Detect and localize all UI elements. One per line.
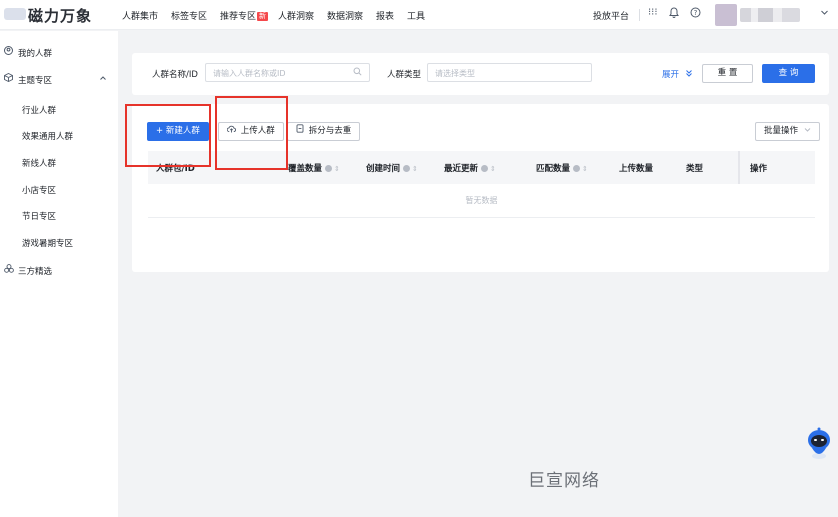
query-button[interactable]: 查 询: [762, 64, 815, 83]
logo-mark-icon: [4, 8, 26, 20]
sidebar-item-label: 效果通用人群: [22, 132, 74, 142]
crowd-type-select[interactable]: 请选择类型: [427, 63, 592, 82]
sort-icon[interactable]: ⇕: [490, 165, 496, 173]
watermark-text: 巨宣网络: [528, 471, 600, 491]
split-dedup-button[interactable]: 拆分与去重: [287, 122, 361, 141]
double-chevron-down-icon: [685, 70, 693, 80]
split-dedup-label: 拆分与去重: [308, 126, 352, 136]
column-header-coverage[interactable]: 覆盖数量 ⇕: [288, 162, 340, 174]
new-badge: 新: [257, 12, 269, 21]
sort-icon[interactable]: ⇕: [412, 165, 418, 173]
empty-state-text: 暂无数据: [148, 184, 815, 218]
expand-filters-link[interactable]: 展开: [662, 68, 693, 80]
column-label: 最近更新: [444, 164, 479, 174]
batch-operations-dropdown[interactable]: 批量操作: [755, 122, 820, 141]
sidebar-item-label: 游戏暑期专区: [22, 239, 74, 249]
sidebar-item-holiday-zone[interactable]: 节日专区: [0, 209, 118, 225]
sidebar-item-label: 三方精选: [18, 267, 53, 277]
expand-label: 展开: [662, 70, 680, 80]
help-icon[interactable]: ?: [690, 7, 701, 21]
sidebar-item-label: 行业人群: [22, 106, 57, 116]
crowd-type-label: 人群类型: [387, 70, 422, 80]
top-bar: 磁力万象 人群集市 标签专区 推荐专区新 人群洞察 数据洞察 报表 工具 投放平…: [0, 0, 838, 30]
nav-item-crowd-market[interactable]: 人群集市: [122, 9, 158, 22]
crowd-name-input[interactable]: 请输入人群名称或ID: [205, 63, 370, 82]
sidebar-item-label: 小店专区: [22, 186, 57, 196]
bell-icon[interactable]: [669, 7, 679, 21]
column-label: 覆盖数量: [288, 164, 323, 174]
reset-button[interactable]: 重 置: [702, 64, 753, 83]
column-label: 匹配数量: [536, 164, 571, 174]
sidebar-item-label: 新线人群: [22, 159, 57, 169]
nav-item-data-insight[interactable]: 数据洞察: [327, 9, 363, 22]
sidebar-item-store-zone[interactable]: 小店专区: [0, 183, 118, 199]
sidebar-item-label: 我的人群: [18, 49, 53, 59]
help-icon[interactable]: [573, 165, 581, 172]
crowd-name-placeholder: 请输入人群名称或ID: [213, 69, 286, 78]
column-label: 创建时间: [366, 164, 401, 174]
search-icon: [353, 67, 362, 79]
help-icon[interactable]: [481, 165, 489, 172]
chevron-down-icon[interactable]: [820, 8, 829, 20]
sidebar-item-label: 节日专区: [22, 212, 57, 222]
sidebar-item-game-summer[interactable]: 游戏暑期专区: [0, 236, 118, 252]
chevron-down-icon: [804, 126, 811, 136]
sidebar-item-third-party[interactable]: 三方精选: [0, 264, 118, 280]
crowd-name-label: 人群名称/ID: [152, 70, 198, 80]
crowd-type-placeholder: 请选择类型: [435, 69, 475, 78]
nav-item-reports[interactable]: 报表: [376, 9, 394, 22]
avatar[interactable]: [715, 4, 737, 26]
sort-icon[interactable]: ⇕: [334, 165, 340, 173]
column-header-actions: 操作: [750, 164, 768, 174]
help-icon[interactable]: [325, 165, 333, 172]
sidebar-item-effect-general[interactable]: 效果通用人群: [0, 129, 118, 145]
nav-item-recommend-label: 推荐专区: [220, 12, 257, 22]
highlight-box-new-crowd: [125, 104, 211, 167]
sidebar-item-industry-crowds[interactable]: 行业人群: [0, 103, 118, 119]
sort-icon[interactable]: ⇕: [582, 165, 588, 173]
sidebar-item-my-crowds[interactable]: 我的人群: [0, 46, 118, 62]
sidebar: 我的人群 主题专区 行业人群 效果通用人群 新线人群 小店专区 节日专区 游戏暑…: [0, 31, 118, 517]
brand-logo[interactable]: 磁力万象: [28, 5, 92, 26]
chevron-up-icon[interactable]: [99, 74, 107, 84]
sidebar-item-new-line[interactable]: 新线人群: [0, 156, 118, 172]
divider: [639, 9, 640, 21]
nav-item-recommend-zone[interactable]: 推荐专区新: [220, 9, 269, 22]
help-icon[interactable]: [403, 165, 411, 172]
column-header-last-updated[interactable]: 最近更新 ⇕: [444, 162, 496, 174]
split-doc-icon: [296, 124, 307, 136]
user-name-blurred[interactable]: [740, 8, 800, 22]
search-panel: 人群名称/ID 请输入人群名称或ID 人群类型 请选择类型 展开 重 置 查 询: [132, 53, 829, 95]
column-header-type: 类型: [686, 164, 704, 174]
three-circles-icon: [4, 264, 14, 276]
nav-item-crowd-insight[interactable]: 人群洞察: [278, 9, 314, 22]
nav-item-tag-zone[interactable]: 标签专区: [171, 9, 207, 22]
apps-grid-icon[interactable]: ⁝⁝⁝: [648, 7, 658, 18]
column-divider: [738, 151, 740, 184]
svg-text:?: ?: [694, 9, 698, 17]
batch-operations-label: 批量操作: [764, 126, 799, 136]
user-circle-icon: [4, 46, 13, 58]
highlight-box-upload-crowd: [215, 96, 288, 170]
assistant-robot-icon[interactable]: [806, 426, 832, 460]
cube-icon: [4, 72, 13, 85]
column-header-upload-count: 上传数量: [619, 164, 654, 174]
nav-item-tools[interactable]: 工具: [407, 9, 425, 22]
sidebar-item-theme-zone[interactable]: 主题专区: [0, 72, 118, 89]
column-header-created-time[interactable]: 创建时间 ⇕: [366, 162, 418, 174]
sidebar-item-label: 主题专区: [18, 76, 53, 86]
column-header-match-count[interactable]: 匹配数量 ⇕: [536, 162, 588, 174]
ad-platform-link[interactable]: 投放平台: [593, 9, 629, 22]
